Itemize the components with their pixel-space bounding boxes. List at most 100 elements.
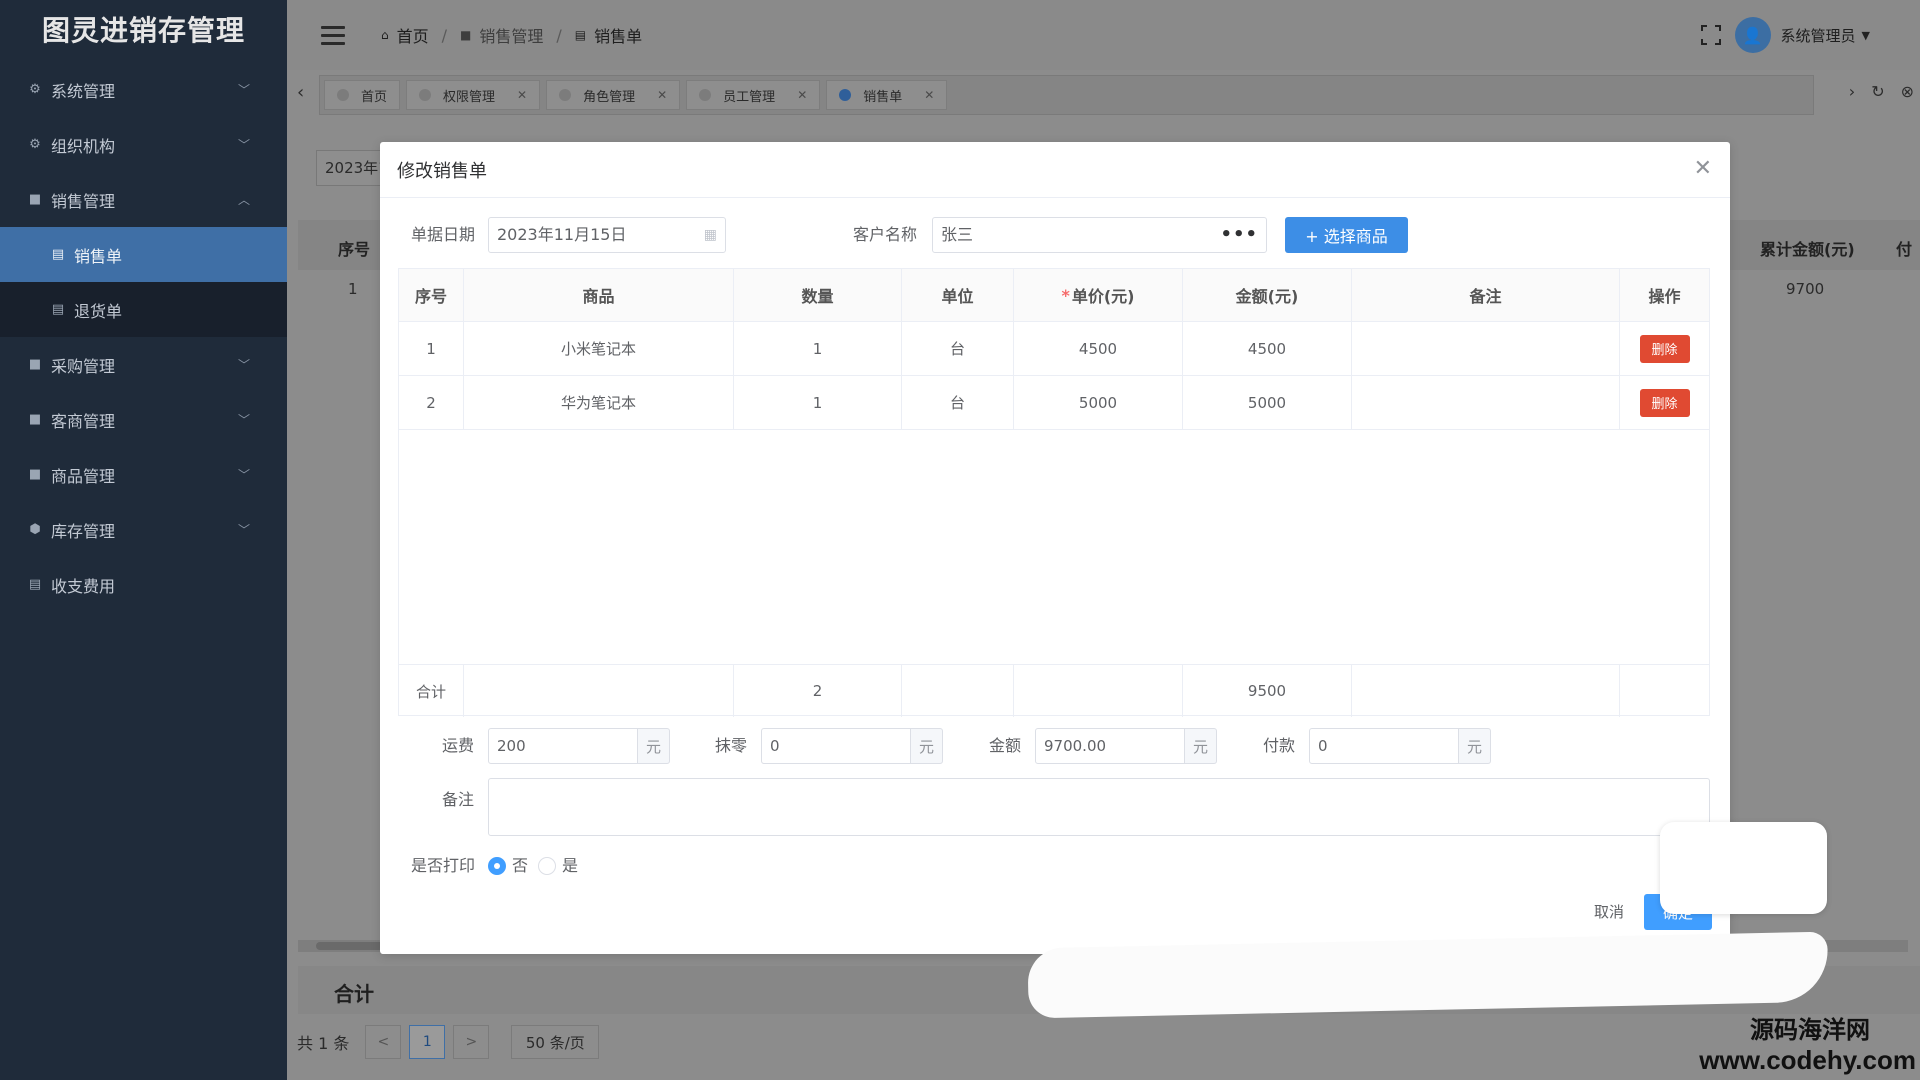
amount-field: 9700.00 元 — [1035, 728, 1217, 764]
chevron-down-icon: ﹀ — [237, 523, 250, 537]
summary-label: 合计 — [334, 982, 374, 1006]
table-empty-area — [399, 429, 1709, 665]
print-no-radio[interactable]: 否 — [488, 848, 528, 884]
top-header: ⌂ 首页 / ■ 销售管理 / ▤ 销售单 👤 系统管理员 ▼ — [287, 0, 1920, 70]
cell-action: 删除 — [1620, 322, 1709, 375]
goods-table: 序号 商品 数量 单位 * 单价(元) 金额(元) 备注 操作 1 小米笔记本 1… — [398, 268, 1710, 717]
tab-role[interactable]: 角色管理 ✕ — [546, 80, 681, 110]
more-dots-icon[interactable]: ••• — [1220, 218, 1258, 252]
tabs-scroll-right-icon[interactable]: › — [1849, 82, 1855, 101]
calendar-icon: ▦ — [703, 227, 717, 243]
close-icon[interactable]: ✕ — [924, 88, 934, 102]
print-yes-radio[interactable]: 是 — [538, 848, 578, 884]
box-icon: ⬢ — [29, 522, 41, 537]
cell-price[interactable]: 4500 — [1014, 322, 1183, 375]
gear-icon: ⚙ — [29, 137, 41, 152]
close-icon[interactable]: ✕ — [517, 88, 527, 102]
total-empty — [1014, 665, 1183, 717]
column-partial: 付 — [1896, 240, 1913, 259]
select-goods-button[interactable]: + 选择商品 — [1285, 217, 1408, 253]
tab-dot-active — [839, 89, 852, 101]
sidebar-item-org[interactable]: ⚙ 组织机构 ﹀ — [0, 117, 287, 172]
remark-textarea[interactable] — [488, 778, 1710, 836]
sidebar-item-inventory[interactable]: ⬢ 库存管理 ﹀ — [0, 502, 287, 557]
sidebar-item-return-order[interactable]: ▤ 退货单 — [0, 282, 287, 337]
home-icon: ⌂ — [381, 28, 389, 42]
document-icon: ▤ — [574, 28, 587, 42]
column-qty: 数量 — [734, 269, 902, 321]
fullscreen-icon[interactable] — [1699, 24, 1722, 46]
sidebar-item-label: 组织机构 — [51, 136, 116, 156]
gear-icon: ⚙ — [29, 82, 41, 97]
sidebar-item-label: 客商管理 — [51, 411, 116, 431]
cell-price[interactable]: 5000 — [1014, 376, 1183, 429]
list-row-seq: 1 — [348, 280, 358, 298]
amount-input[interactable]: 9700.00 — [1035, 728, 1185, 764]
tabs-scroll-left-icon[interactable]: ‹ — [297, 82, 304, 103]
sidebar-item-label: 收支费用 — [51, 576, 116, 596]
cell-goods[interactable]: 华为笔记本 — [464, 376, 734, 429]
fees-row: 运费 200 元 抹零 0 元 金额 9700.00 元 付款 0 元 — [380, 728, 1730, 766]
cell-qty[interactable]: 1 — [734, 322, 902, 375]
order-date-picker[interactable]: 2023年11月15日 ▦ — [488, 217, 726, 253]
column-price: * 单价(元) — [1014, 269, 1183, 321]
scroll-thumb[interactable] — [316, 942, 386, 950]
sidebar-item-purchase[interactable]: ■ 采购管理 ﹀ — [0, 337, 287, 392]
sidebar-item-merchant[interactable]: ■ 客商管理 ﹀ — [0, 392, 287, 447]
tab-home[interactable]: 首页 — [324, 80, 401, 110]
tab-permission[interactable]: 权限管理 ✕ — [406, 80, 541, 110]
payment-input[interactable]: 0 — [1309, 728, 1459, 764]
cell-unit: 台 — [902, 376, 1014, 429]
freight-input[interactable]: 200 — [488, 728, 638, 764]
folder-icon: ■ — [460, 28, 472, 42]
close-all-icon[interactable]: ⊗ — [1901, 82, 1914, 101]
cancel-button[interactable]: 取消 — [1594, 894, 1624, 930]
cell-remark[interactable] — [1352, 322, 1620, 375]
pager-page-button[interactable]: 1 — [409, 1025, 446, 1059]
folder-icon: ■ — [28, 192, 42, 207]
tab-employee[interactable]: 员工管理 ✕ — [686, 80, 821, 110]
avatar[interactable]: 👤 — [1734, 17, 1771, 53]
column-seq: 序号 — [399, 269, 464, 321]
user-name[interactable]: 系统管理员 — [1781, 25, 1856, 46]
hamburger-menu-icon[interactable] — [321, 25, 345, 45]
refresh-icon[interactable]: ↻ — [1871, 82, 1884, 101]
breadcrumb-sales[interactable]: ■ 销售管理 — [460, 23, 543, 47]
close-icon[interactable]: ✕ — [797, 88, 807, 102]
sidebar-item-sales[interactable]: ■ 销售管理 ︿ — [0, 172, 287, 227]
close-icon[interactable]: ✕ — [1694, 156, 1712, 181]
delete-button[interactable]: 删除 — [1639, 334, 1690, 363]
breadcrumb-home[interactable]: ⌂ 首页 — [381, 23, 429, 47]
breadcrumb-current: ▤ 销售单 — [574, 27, 643, 46]
sidebar-item-goods[interactable]: ■ 商品管理 ﹀ — [0, 447, 287, 502]
column-action: 操作 — [1620, 269, 1709, 321]
app-logo-title: 图灵进销存管理 — [41, 14, 245, 47]
sidebar-item-sales-order[interactable]: ▤ 销售单 — [0, 227, 287, 282]
total-qty: 2 — [734, 665, 902, 717]
column-goods: 商品 — [464, 269, 734, 321]
tab-sales-order[interactable]: 销售单 ✕ — [826, 80, 948, 110]
cell-unit: 台 — [902, 322, 1014, 375]
close-icon[interactable]: ✕ — [657, 88, 667, 102]
cell-qty[interactable]: 1 — [734, 376, 902, 429]
chevron-down-icon: ﹀ — [237, 83, 250, 97]
remark-label: 备注 — [442, 790, 475, 809]
pager-total: 共 1 条 — [297, 1034, 350, 1053]
caret-down-icon[interactable]: ▼ — [1862, 29, 1870, 42]
pager-prev-button[interactable]: < — [365, 1025, 402, 1059]
customer-input[interactable]: 张三 ••• — [932, 217, 1267, 253]
sidebar-item-label: 销售管理 — [51, 191, 116, 211]
sidebar-item-system[interactable]: ⚙ 系统管理 ﹀ — [0, 62, 287, 117]
pager-size-select[interactable]: 50 条/页 — [511, 1025, 600, 1059]
sidebar-item-expense[interactable]: ▤ 收支费用 — [0, 557, 287, 612]
cell-goods[interactable]: 小米笔记本 — [464, 322, 734, 375]
column-unit: 单位 — [902, 269, 1014, 321]
delete-button[interactable]: 删除 — [1639, 388, 1690, 417]
rounding-input[interactable]: 0 — [761, 728, 911, 764]
tab-dot — [559, 89, 572, 101]
cell-seq: 1 — [399, 322, 464, 375]
tab-dot — [337, 89, 349, 101]
pager-next-button[interactable]: > — [453, 1025, 490, 1059]
cell-remark[interactable] — [1352, 376, 1620, 429]
unit-suffix: 元 — [638, 728, 670, 764]
